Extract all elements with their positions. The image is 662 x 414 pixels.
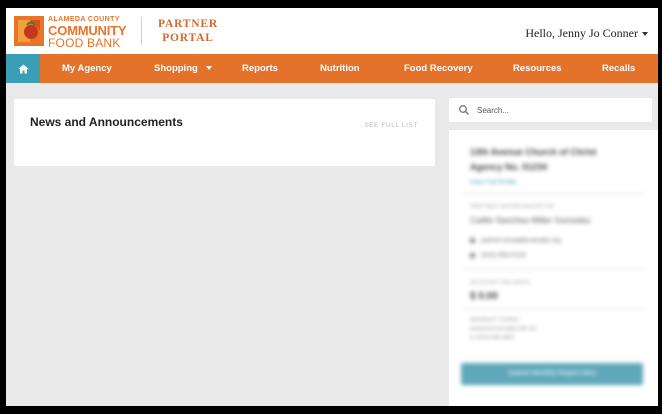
brand-line-3: FOOD BANK: [48, 36, 121, 50]
agency-name: 13th Avenue Church of Christ Agency No. …: [470, 147, 597, 172]
portal-title: PARTNER PORTAL: [158, 17, 218, 45]
header-divider: [141, 17, 142, 45]
nav-label: Recalls: [602, 63, 636, 74]
nav-label: Food Recovery: [404, 63, 473, 74]
nav-item-my-agency[interactable]: My Agency: [62, 54, 112, 83]
search-box: [449, 98, 652, 122]
nav-item-nutrition[interactable]: Nutrition: [320, 54, 360, 83]
nav-item-recalls[interactable]: Recalls: [602, 54, 635, 83]
rep-email[interactable]: partner.email@example.org: [470, 237, 561, 244]
rep-email-text: partner.email@example.org: [481, 237, 561, 244]
portal-line-2: PORTAL: [162, 32, 214, 44]
rep-name: Caitlin Sanchez-Miller Gonzalez: [470, 215, 591, 225]
nav-home-button[interactable]: [6, 54, 40, 83]
app-window: ALAMEDA COUNTY COMMUNITY FOOD BANK PARTN…: [6, 8, 658, 406]
see-full-list-link[interactable]: SEE FULL LIST: [364, 122, 418, 129]
nav-label: Nutrition: [320, 63, 360, 74]
agency-card-content: 13th Avenue Church of Christ Agency No. …: [449, 130, 658, 406]
rep-phone-text: (510) 555-0123: [481, 252, 526, 259]
news-title: News and Announcements: [30, 115, 183, 129]
nav-item-reports[interactable]: Reports: [242, 54, 278, 83]
nav-item-resources[interactable]: Resources: [513, 54, 562, 83]
brand-wordmark[interactable]: ALAMEDA COUNTY COMMUNITY FOOD BANK: [48, 16, 127, 50]
nav-label: Resources: [513, 63, 562, 74]
contact-note-line-2: or (510) 635-3663: [470, 335, 515, 341]
submit-report-button[interactable]: Submit Monthly Report Here: [461, 363, 643, 385]
brand-line-1: ALAMEDA COUNTY: [48, 16, 120, 23]
email-icon: [470, 237, 475, 243]
search-input[interactable]: [477, 101, 645, 119]
agency-profile-link[interactable]: View Full Profile: [470, 179, 516, 186]
nav-label: My Agency: [62, 63, 112, 74]
contact-note-label: Questions? Contact:: [470, 317, 520, 323]
chevron-down-icon: [205, 66, 212, 71]
divider: [463, 269, 646, 270]
home-icon: [18, 64, 28, 73]
search-icon: [459, 105, 469, 115]
rep-label: PARTNER REPRESENTATIVE: [470, 204, 555, 210]
rep-phone[interactable]: (510) 555-0123: [470, 252, 525, 259]
nav-item-shopping[interactable]: Shopping: [154, 54, 212, 83]
food-bank-logo-icon[interactable]: [14, 16, 44, 46]
nav-label: Reports: [242, 63, 278, 74]
chevron-down-icon: [642, 32, 648, 37]
account-balance: $ 0.00: [470, 291, 498, 302]
user-menu[interactable]: Hello, Jenny Jo Conner: [525, 26, 648, 41]
portal-line-1: PARTNER: [158, 18, 218, 30]
balance-label: ACCOUNT BALANCE: [470, 280, 531, 286]
divider: [463, 193, 646, 194]
nav-label: Shopping: [154, 63, 198, 74]
phone-icon: [470, 252, 475, 258]
main-nav: My Agency Shopping Reports Nutrition Foo…: [6, 54, 658, 83]
nav-item-food-recovery[interactable]: Food Recovery: [404, 54, 473, 83]
contact-note-line-1: partnerservices@accfb.org: [470, 326, 536, 332]
user-greeting: Hello, Jenny Jo Conner: [525, 26, 638, 40]
site-header: ALAMEDA COUNTY COMMUNITY FOOD BANK PARTN…: [6, 8, 658, 54]
divider: [463, 309, 646, 310]
agency-card: 13th Avenue Church of Christ Agency No. …: [449, 130, 658, 406]
news-card: News and Announcements SEE FULL LIST: [14, 99, 435, 166]
